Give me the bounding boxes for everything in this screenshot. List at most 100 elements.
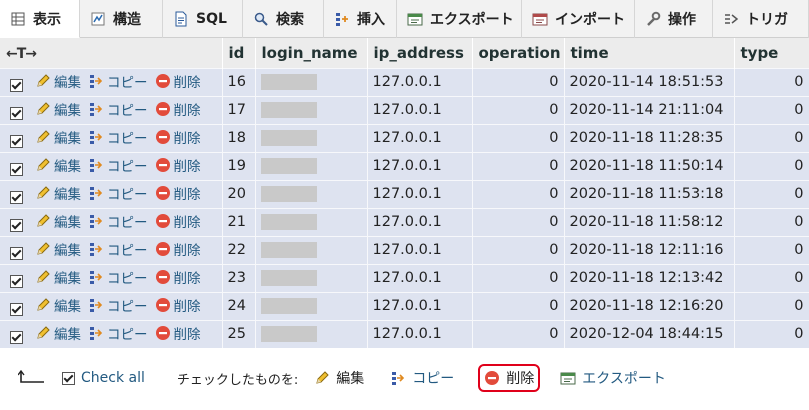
cell-time[interactable]: 2020-11-18 11:53:18 [564, 179, 735, 208]
cell-operation[interactable]: 0 [472, 179, 565, 208]
cell-time[interactable]: 2020-12-04 18:44:15 [564, 319, 735, 348]
cell-login-name[interactable] [255, 67, 368, 96]
cell-type[interactable]: 0 [734, 263, 809, 292]
cell-ip-address[interactable]: 127.0.0.1 [367, 235, 473, 264]
tab-label[interactable]: エクスポート [430, 9, 514, 29]
cell-type[interactable]: 0 [734, 179, 809, 208]
cell-operation[interactable]: 0 [472, 291, 565, 320]
cell-time[interactable]: 2020-11-18 12:13:42 [564, 263, 735, 292]
row-copy-link[interactable]: コピー [88, 155, 148, 175]
cell-operation[interactable]: 0 [472, 151, 565, 180]
tab-label[interactable]: SQL [196, 11, 227, 27]
cell-id[interactable]: 24 [222, 291, 256, 320]
col-header-ip-address[interactable]: ip_address [367, 38, 473, 68]
bulk-export-button[interactable]: エクスポート [560, 368, 666, 388]
col-header-id[interactable]: id [222, 38, 256, 68]
tab-sql[interactable]: SQL [163, 0, 243, 38]
tab-trigger[interactable]: トリガ [713, 0, 809, 38]
cell-operation[interactable]: 0 [472, 207, 565, 236]
cell-ip-address[interactable]: 127.0.0.1 [367, 179, 473, 208]
bulk-delete-button[interactable]: 削除 [478, 364, 541, 392]
row-copy-link[interactable]: コピー [88, 211, 148, 231]
row-copy-link[interactable]: コピー [88, 323, 148, 343]
row-delete-link[interactable]: 削除 [155, 239, 201, 259]
cell-ip-address[interactable]: 127.0.0.1 [367, 95, 473, 124]
tab-label[interactable]: 操作 [668, 9, 696, 29]
cell-type[interactable]: 0 [734, 67, 809, 96]
row-delete-link[interactable]: 削除 [155, 99, 201, 119]
check-all-label[interactable]: Check all [81, 370, 145, 386]
row-checkbox[interactable] [10, 302, 23, 316]
row-delete-link[interactable]: 削除 [155, 155, 201, 175]
cell-ip-address[interactable]: 127.0.0.1 [367, 151, 473, 180]
check-all-checkbox[interactable] [62, 371, 75, 385]
col-header-operation[interactable]: operation [472, 38, 565, 68]
row-delete-link[interactable]: 削除 [155, 183, 201, 203]
cell-operation[interactable]: 0 [472, 123, 565, 152]
tab-export[interactable]: エクスポート [397, 0, 522, 38]
cell-type[interactable]: 0 [734, 123, 809, 152]
cell-type[interactable]: 0 [734, 207, 809, 236]
row-copy-link[interactable]: コピー [88, 127, 148, 147]
row-checkbox[interactable] [10, 134, 23, 148]
cell-ip-address[interactable]: 127.0.0.1 [367, 67, 473, 96]
bulk-edit-button[interactable]: 編集 [314, 368, 364, 388]
cell-time[interactable]: 2020-11-18 12:16:20 [564, 291, 735, 320]
cell-login-name[interactable] [255, 263, 368, 292]
cell-type[interactable]: 0 [734, 319, 809, 348]
row-edit-link[interactable]: 編集 [35, 295, 81, 315]
cell-ip-address[interactable]: 127.0.0.1 [367, 291, 473, 320]
cell-ip-address[interactable]: 127.0.0.1 [367, 319, 473, 348]
row-checkbox[interactable] [10, 162, 23, 176]
cell-id[interactable]: 22 [222, 235, 256, 264]
cell-login-name[interactable] [255, 291, 368, 320]
cell-id[interactable]: 25 [222, 319, 256, 348]
column-arrows-icon[interactable]: ←T→ [6, 46, 37, 62]
row-checkbox[interactable] [10, 106, 23, 120]
cell-time[interactable]: 2020-11-18 11:28:35 [564, 123, 735, 152]
check-all-control[interactable]: Check all [62, 370, 145, 386]
tab-label[interactable]: 表示 [33, 9, 61, 29]
cell-type[interactable]: 0 [734, 235, 809, 264]
row-checkbox[interactable] [10, 218, 23, 232]
cell-ip-address[interactable]: 127.0.0.1 [367, 207, 473, 236]
cell-login-name[interactable] [255, 95, 368, 124]
row-copy-link[interactable]: コピー [88, 71, 148, 91]
cell-operation[interactable]: 0 [472, 319, 565, 348]
tab-search[interactable]: 検索 [243, 0, 324, 38]
tab-insert[interactable]: 挿入 [324, 0, 397, 38]
cell-time[interactable]: 2020-11-18 11:50:14 [564, 151, 735, 180]
bulk-copy-button[interactable]: コピー [390, 368, 454, 388]
row-checkbox[interactable] [10, 78, 23, 92]
cell-ip-address[interactable]: 127.0.0.1 [367, 123, 473, 152]
col-header-time[interactable]: time [564, 38, 735, 68]
row-copy-link[interactable]: コピー [88, 295, 148, 315]
row-edit-link[interactable]: 編集 [35, 155, 81, 175]
row-copy-link[interactable]: コピー [88, 99, 148, 119]
cell-login-name[interactable] [255, 235, 368, 264]
row-edit-link[interactable]: 編集 [35, 211, 81, 231]
tab-label[interactable]: インポート [555, 9, 625, 29]
tab-label[interactable]: 挿入 [357, 9, 385, 29]
cell-type[interactable]: 0 [734, 151, 809, 180]
cell-time[interactable]: 2020-11-14 21:11:04 [564, 95, 735, 124]
row-edit-link[interactable]: 編集 [35, 99, 81, 119]
cell-id[interactable]: 16 [222, 67, 256, 96]
row-delete-link[interactable]: 削除 [155, 295, 201, 315]
col-header-type[interactable]: type [734, 38, 809, 68]
cell-login-name[interactable] [255, 179, 368, 208]
cell-time[interactable]: 2020-11-18 12:11:16 [564, 235, 735, 264]
row-checkbox[interactable] [10, 190, 23, 204]
tab-table[interactable]: 表示 [0, 0, 80, 38]
tab-import[interactable]: インポート [522, 0, 635, 38]
cell-operation[interactable]: 0 [472, 95, 565, 124]
tab-label[interactable]: 構造 [113, 9, 141, 29]
tab-structure[interactable]: 構造 [80, 0, 163, 38]
row-delete-link[interactable]: 削除 [155, 127, 201, 147]
tab-label[interactable]: トリガ [746, 9, 788, 29]
row-copy-link[interactable]: コピー [88, 183, 148, 203]
row-delete-link[interactable]: 削除 [155, 71, 201, 91]
cell-login-name[interactable] [255, 123, 368, 152]
row-checkbox[interactable] [10, 274, 23, 288]
cell-type[interactable]: 0 [734, 95, 809, 124]
